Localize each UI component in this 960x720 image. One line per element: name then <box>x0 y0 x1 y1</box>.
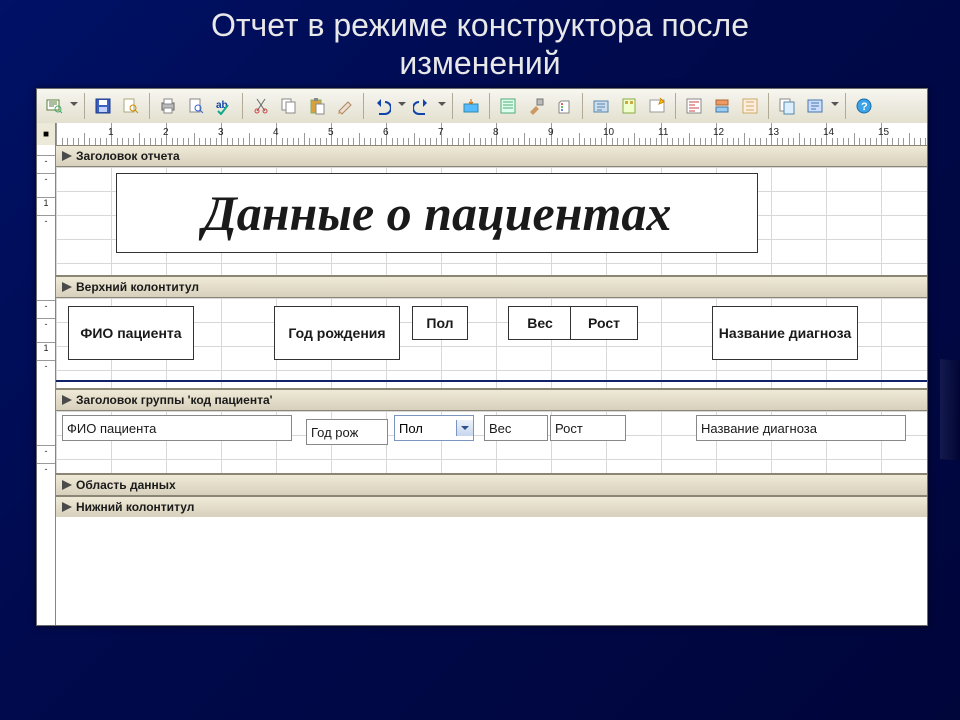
section-page-header[interactable]: ФИО пациента Год рождения Пол Вес Рост Н… <box>56 298 927 389</box>
redo-icon[interactable] <box>409 93 435 119</box>
redo-dropdown[interactable] <box>437 94 447 118</box>
report-design[interactable]: Заголовок отчета Данные о пациентах Верх… <box>56 145 927 625</box>
section-bar-report-header[interactable]: Заголовок отчета <box>56 145 927 167</box>
field-year[interactable]: Год рож <box>306 419 388 445</box>
label-diag[interactable]: Название диагноза <box>712 306 858 360</box>
format-icon[interactable] <box>332 93 358 119</box>
section-bar-group-header[interactable]: Заголовок группы 'код пациента' <box>56 389 927 411</box>
ruler-corner[interactable]: ■ <box>37 123 56 146</box>
field-icon[interactable] <box>495 93 521 119</box>
design-surface: ■ 123456789101112131415 --1---1--- Загол… <box>37 123 927 625</box>
code2-icon[interactable] <box>802 93 828 119</box>
section-report-header[interactable]: Данные о пациентах <box>56 167 927 276</box>
vertical-ruler[interactable]: --1---1--- <box>37 145 56 625</box>
dbtool-icon[interactable] <box>616 93 642 119</box>
paste-icon[interactable] <box>304 93 330 119</box>
autoformat-icon[interactable] <box>774 93 800 119</box>
field-sex-combo[interactable]: Пол <box>394 415 474 441</box>
wizard-icon[interactable] <box>737 93 763 119</box>
code-icon[interactable] <box>551 93 577 119</box>
svg-text:?: ? <box>861 101 868 113</box>
label-year[interactable]: Год рождения <box>274 306 400 360</box>
undo-icon[interactable] <box>369 93 395 119</box>
chevron-down-icon[interactable] <box>456 420 473 436</box>
section-bar-page-header[interactable]: Верхний колонтитул <box>56 276 927 298</box>
cut-icon[interactable] <box>248 93 274 119</box>
slide-fold <box>940 359 960 461</box>
field-weight[interactable]: Вес <box>484 415 548 441</box>
header-rule-line[interactable] <box>56 380 927 382</box>
undo-dropdown[interactable] <box>397 94 407 118</box>
access-window: ab ? ■ 12345678910111213 <box>36 88 928 626</box>
field-fio[interactable]: ФИО пациента <box>62 415 292 441</box>
label-height[interactable]: Рост <box>570 306 638 340</box>
insert-icon[interactable] <box>458 93 484 119</box>
view-dropdown[interactable] <box>69 94 79 118</box>
section-bar-page-footer[interactable]: Нижний колонтитул <box>56 496 927 517</box>
label-sex[interactable]: Пол <box>412 306 468 340</box>
tab-icon[interactable] <box>588 93 614 119</box>
print-icon[interactable] <box>155 93 181 119</box>
field-diag[interactable]: Название диагноза <box>696 415 906 441</box>
label-weight[interactable]: Вес <box>508 306 572 340</box>
report-title-label[interactable]: Данные о пациентах <box>116 173 758 253</box>
view-icon[interactable] <box>41 93 67 119</box>
toolbar: ab ? <box>37 89 927 124</box>
horizontal-ruler[interactable]: 123456789101112131415 <box>56 123 927 146</box>
filesearch-icon[interactable] <box>118 93 144 119</box>
save-icon[interactable] <box>90 93 116 119</box>
props-icon[interactable] <box>681 93 707 119</box>
svg-text:ab: ab <box>216 100 228 111</box>
preview-icon[interactable] <box>183 93 209 119</box>
code2-dropdown[interactable] <box>830 94 840 118</box>
build-icon[interactable] <box>709 93 735 119</box>
field-height[interactable]: Рост <box>550 415 626 441</box>
newobj-icon[interactable] <box>644 93 670 119</box>
copy-icon[interactable] <box>276 93 302 119</box>
help-icon[interactable]: ? <box>851 93 877 119</box>
slide-title: Отчет в режиме конструктора после измене… <box>0 0 960 85</box>
spell-icon[interactable]: ab <box>211 93 237 119</box>
tools-icon[interactable] <box>523 93 549 119</box>
label-fio[interactable]: ФИО пациента <box>68 306 194 360</box>
section-group-header[interactable]: ФИО пациента Год рож Пол Вес Рост Назван… <box>56 411 927 474</box>
section-bar-detail[interactable]: Область данных <box>56 474 927 496</box>
